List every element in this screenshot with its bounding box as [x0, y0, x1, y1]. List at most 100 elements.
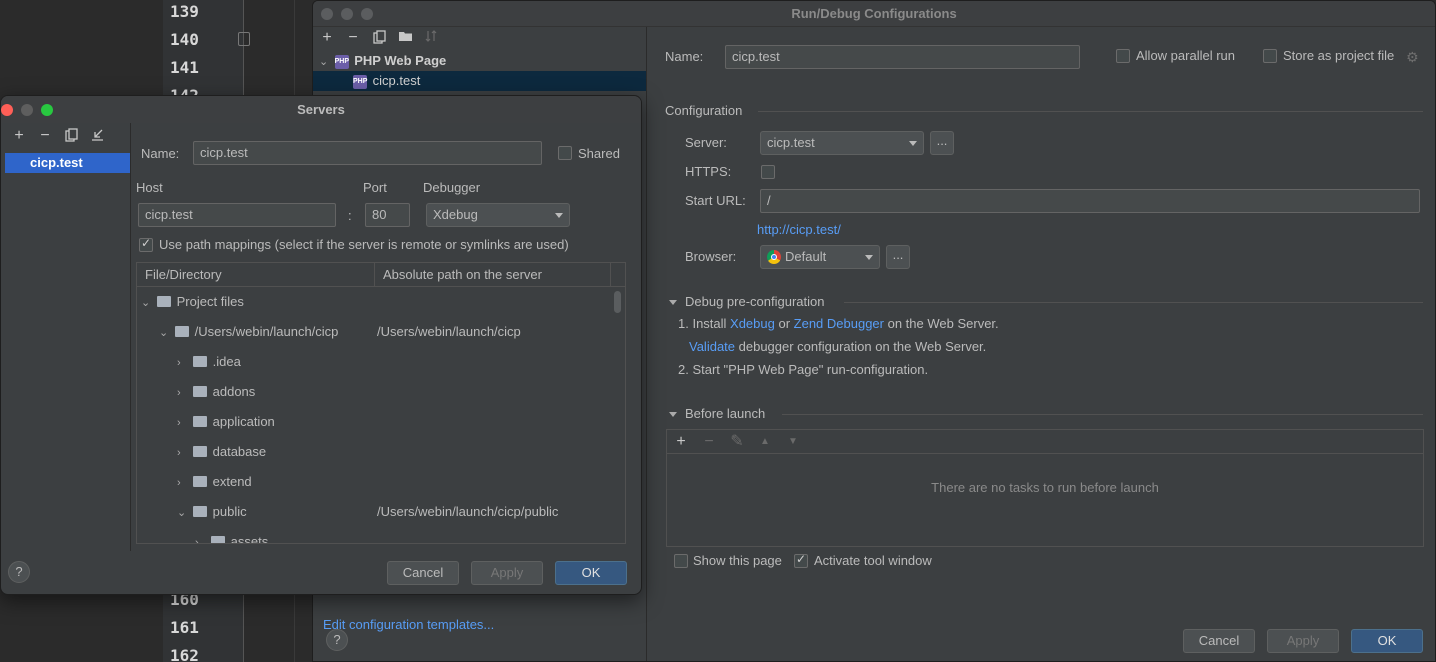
host-label: Host — [136, 180, 163, 195]
folder-icon[interactable] — [397, 30, 413, 46]
folder-icon — [192, 356, 207, 368]
chevron-right-icon[interactable]: › — [177, 348, 189, 378]
remove-task-button[interactable]: − — [701, 433, 717, 450]
help-button[interactable]: ? — [8, 561, 30, 583]
host-port-separator: : — [348, 208, 352, 223]
add-task-button[interactable]: + — [673, 433, 689, 450]
host-field[interactable]: cicp.test — [138, 203, 336, 227]
chevron-right-icon[interactable]: › — [177, 468, 189, 498]
xdebug-link[interactable]: Xdebug — [730, 316, 775, 331]
apply-button[interactable]: Apply — [471, 561, 543, 585]
chevron-down-icon[interactable]: ⌄ — [319, 52, 331, 72]
row-name: assets — [230, 534, 269, 544]
folder-icon — [156, 296, 171, 308]
tree-item-cicp-test[interactable]: PHP cicp.test — [313, 71, 646, 91]
close-window-icon[interactable] — [321, 8, 333, 20]
move-up-icon[interactable]: ▲ — [757, 434, 773, 450]
browser-browse-button[interactable]: ... — [886, 245, 910, 269]
table-row[interactable]: ⌄ public /Users/webin/launch/cicp/public — [137, 497, 625, 527]
row-name: .idea — [212, 354, 241, 369]
chevron-right-icon[interactable]: › — [177, 408, 189, 438]
table-row[interactable]: › database — [137, 437, 625, 467]
server-list-item[interactable]: cicp.test — [5, 153, 130, 173]
copy-icon[interactable] — [371, 30, 387, 46]
activate-tool-window-checkbox[interactable] — [794, 552, 808, 568]
column-header-absolute-path[interactable]: Absolute path on the server — [375, 263, 611, 286]
debug-step-1: 1. Install Xdebug or Zend Debugger on th… — [678, 316, 999, 331]
apply-button[interactable]: Apply — [1267, 629, 1339, 653]
gear-icon[interactable]: ⚙ — [1406, 49, 1419, 66]
folder-icon — [192, 506, 207, 518]
name-field[interactable]: cicp.test — [725, 45, 1080, 69]
table-row[interactable]: › application — [137, 407, 625, 437]
add-server-button[interactable]: + — [11, 128, 27, 144]
zend-debugger-link[interactable]: Zend Debugger — [794, 316, 884, 331]
chevron-right-icon[interactable]: › — [177, 378, 189, 408]
cancel-button[interactable]: Cancel — [387, 561, 459, 585]
table-row[interactable]: › assets — [137, 527, 625, 544]
allow-parallel-run-checkbox[interactable] — [1116, 49, 1130, 63]
https-checkbox[interactable] — [761, 165, 775, 179]
chevron-down-icon[interactable]: ⌄ — [141, 288, 153, 318]
table-row[interactable]: ⌄ Project files — [137, 287, 625, 317]
row-server-path[interactable]: /Users/webin/launch/cicp — [377, 317, 521, 347]
start-url-field[interactable]: / — [760, 189, 1420, 213]
copy-icon[interactable] — [63, 128, 79, 144]
move-down-icon[interactable]: ▼ — [785, 434, 801, 450]
table-row[interactable]: ⌄ /Users/webin/launch/cicp /Users/webin/… — [137, 317, 625, 347]
remove-configuration-button[interactable]: − — [345, 30, 361, 46]
row-name: database — [212, 444, 267, 459]
browser-label: Browser: — [685, 249, 737, 264]
row-server-path[interactable]: /Users/webin/launch/cicp/public — [377, 497, 558, 527]
servers-list-panel: + − cicp.test — [1, 123, 131, 551]
chevron-down-icon[interactable]: ⌄ — [159, 318, 171, 348]
store-as-project-file-checkbox[interactable] — [1263, 49, 1277, 63]
minimize-window-icon[interactable] — [21, 104, 33, 116]
table-header: File/Directory Absolute path on the serv… — [137, 263, 625, 287]
server-name-field[interactable]: cicp.test — [193, 141, 542, 165]
close-window-icon[interactable] — [1, 104, 13, 116]
use-path-mappings-checkbox[interactable] — [139, 236, 153, 252]
sort-icon[interactable] — [423, 30, 439, 46]
before-launch-title[interactable]: Before launch — [669, 406, 765, 421]
servers-toolbar: + − — [1, 123, 130, 149]
zoom-window-icon[interactable] — [361, 8, 373, 20]
edit-configuration-templates-link[interactable]: Edit configuration templates... — [323, 617, 494, 632]
debug-pre-configuration-title[interactable]: Debug pre-configuration — [669, 294, 824, 309]
minimize-window-icon[interactable] — [341, 8, 353, 20]
collapse-triangle-icon — [669, 300, 677, 306]
vertical-scrollbar[interactable] — [614, 291, 621, 313]
ok-button[interactable]: OK — [1351, 629, 1423, 653]
shared-checkbox[interactable] — [558, 146, 572, 160]
zoom-window-icon[interactable] — [41, 104, 53, 116]
tree-group-php-web-page[interactable]: ⌄ PHP PHP Web Page — [313, 51, 646, 71]
debugger-select[interactable]: Xdebug — [426, 203, 570, 227]
server-browse-button[interactable]: ... — [930, 131, 954, 155]
https-label: HTTPS: — [685, 164, 732, 179]
table-row[interactable]: › .idea — [137, 347, 625, 377]
add-configuration-button[interactable]: + — [319, 30, 335, 46]
column-header-file-directory[interactable]: File/Directory — [137, 263, 375, 286]
php-web-page-icon: PHP — [353, 74, 367, 89]
table-row[interactable]: › extend — [137, 467, 625, 497]
row-name: Project files — [176, 294, 244, 309]
folder-icon — [210, 536, 225, 543]
chevron-right-icon[interactable]: › — [195, 528, 207, 543]
row-name: /Users/webin/launch/cicp — [194, 324, 339, 339]
chevron-right-icon[interactable]: › — [177, 438, 189, 468]
ok-button[interactable]: OK — [555, 561, 627, 585]
chevron-down-icon[interactable]: ⌄ — [177, 498, 189, 528]
edit-task-icon[interactable]: ✎ — [729, 433, 745, 450]
fold-marker-icon[interactable] — [238, 32, 250, 46]
table-row[interactable]: › addons — [137, 377, 625, 407]
cancel-button[interactable]: Cancel — [1183, 629, 1255, 653]
show-this-page-checkbox[interactable] — [674, 554, 688, 568]
browser-select[interactable]: Default — [760, 245, 880, 269]
import-icon[interactable] — [89, 128, 105, 144]
validate-link[interactable]: Validate — [689, 339, 735, 354]
port-field[interactable]: 80 — [365, 203, 410, 227]
help-button[interactable]: ? — [326, 629, 348, 651]
server-select[interactable]: cicp.test — [760, 131, 924, 155]
remove-server-button[interactable]: − — [37, 128, 53, 144]
start-url-link[interactable]: http://cicp.test/ — [757, 222, 841, 237]
